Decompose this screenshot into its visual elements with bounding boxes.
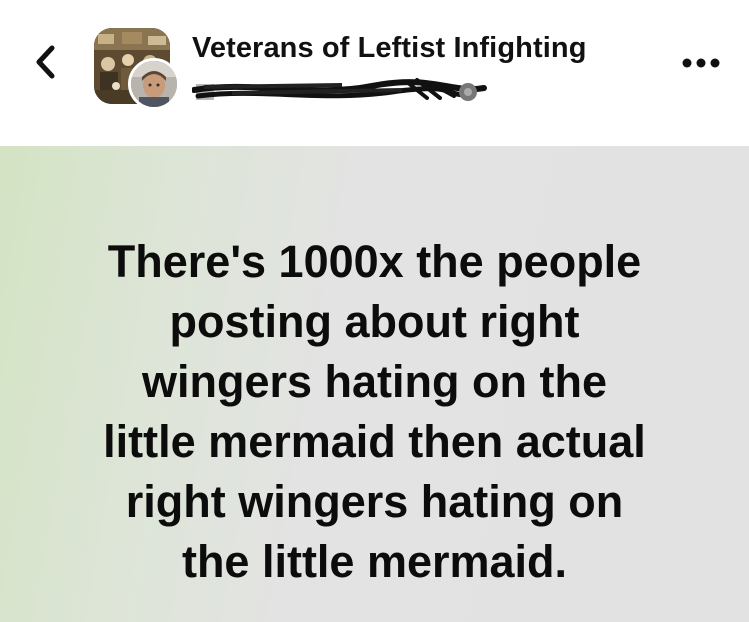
post-text-card: There's 1000x the people posting about r… [0,146,749,622]
redaction-scribble-graphic [191,78,487,101]
chevron-left-icon [36,45,55,79]
post-header: Veterans of Leftist Infighting [0,0,749,146]
redacted-author-name [191,76,492,106]
author-avatar-image [131,61,177,107]
more-horizontal-icon [682,58,720,68]
back-button[interactable] [28,40,64,84]
facebook-group-post-screen: Veterans of Leftist Infighting There's 1… [0,0,749,622]
post-body-text: There's 1000x the people posting about r… [103,236,646,587]
group-name[interactable]: Veterans of Leftist Infighting [192,32,587,65]
author-avatar[interactable] [128,58,180,110]
more-options-button[interactable] [678,52,724,74]
